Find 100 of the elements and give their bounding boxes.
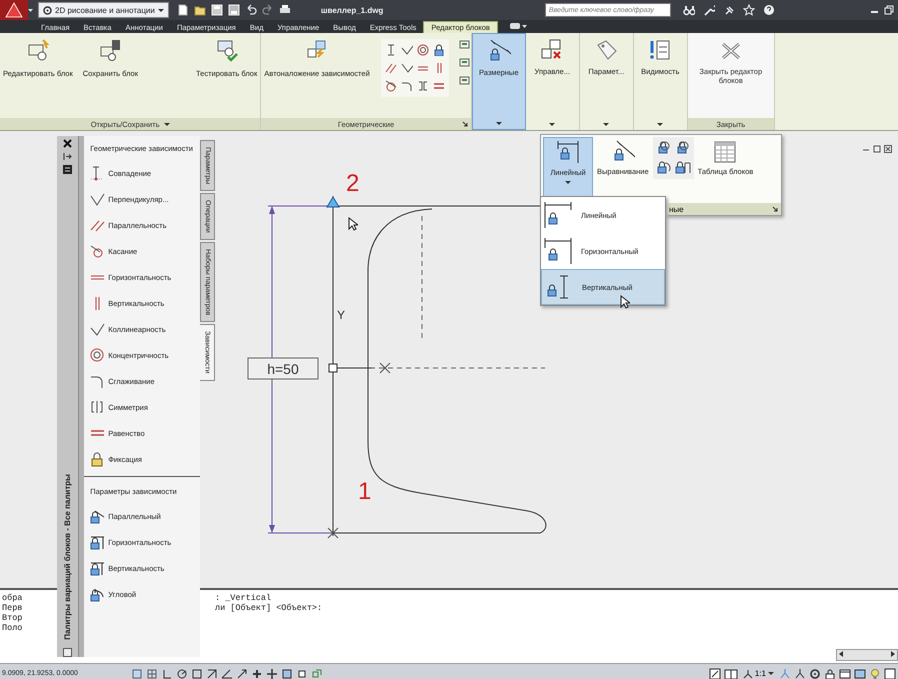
cross-marker xyxy=(380,362,390,374)
selection-icon[interactable] xyxy=(296,668,308,679)
lock-circle-icon[interactable] xyxy=(656,140,672,154)
symmetric-icon xyxy=(90,400,106,414)
book-icon[interactable] xyxy=(724,668,738,679)
object-snap-icon[interactable] xyxy=(191,668,203,679)
caret-icon xyxy=(496,121,502,126)
save-icon[interactable] xyxy=(210,4,223,16)
tracking-icon[interactable] xyxy=(206,668,218,679)
point-label: 1 xyxy=(358,478,372,505)
padlock-icon[interactable] xyxy=(824,668,836,679)
scroll-left-icon[interactable] xyxy=(837,650,845,658)
grid-icon[interactable] xyxy=(146,668,158,679)
lock-angle-icon[interactable] xyxy=(656,160,672,174)
palette-title: Палитры вариаций блоков - Все палитры xyxy=(63,474,72,640)
close-icon[interactable] xyxy=(63,139,72,148)
command-text: ли [Объект] <Объект>: xyxy=(215,603,324,613)
dimension-label[interactable]: h=50 xyxy=(248,358,318,380)
caret-icon xyxy=(603,122,610,127)
symmetric-icon[interactable] xyxy=(416,80,429,92)
print-icon[interactable] xyxy=(278,4,291,16)
close-icon[interactable] xyxy=(884,145,892,153)
padlock-icon xyxy=(90,452,106,466)
redo-icon[interactable] xyxy=(262,4,274,16)
command-text: Поло xyxy=(1,623,24,633)
tangent-icon[interactable] xyxy=(384,80,397,92)
dialog-launcher-icon[interactable] xyxy=(772,206,778,212)
panel-title: ные xyxy=(669,204,684,214)
caret-icon[interactable] xyxy=(164,122,170,126)
binoculars-icon[interactable] xyxy=(682,4,695,16)
smooth-icon[interactable] xyxy=(400,80,413,92)
lock-circle-icon[interactable] xyxy=(674,140,691,154)
concentric-icon[interactable] xyxy=(416,44,429,56)
padlock-icon[interactable] xyxy=(432,44,445,56)
perpendicular-icon[interactable] xyxy=(400,62,413,74)
pin-icon[interactable] xyxy=(63,152,72,161)
caret-icon xyxy=(768,671,774,676)
hardware-icon[interactable] xyxy=(854,668,866,679)
caret-icon xyxy=(565,180,571,185)
auto-scale-icon[interactable] xyxy=(794,668,806,679)
caret-icon xyxy=(657,122,664,127)
transparency-icon[interactable] xyxy=(281,668,293,679)
star-icon[interactable] xyxy=(742,4,755,16)
close-icon xyxy=(720,41,742,61)
concentric-icon xyxy=(90,348,106,362)
smooth-icon xyxy=(90,374,106,388)
annotation-icon xyxy=(742,668,753,678)
collinear-icon xyxy=(90,322,106,336)
dialog-launcher-icon[interactable] xyxy=(462,121,468,127)
cursor-icon xyxy=(348,217,358,231)
toggle-icon[interactable] xyxy=(510,22,528,31)
command-text: Перв xyxy=(1,603,24,613)
constraint-bar-icon[interactable] xyxy=(458,75,471,87)
open-folder-icon[interactable] xyxy=(194,4,206,16)
grip-marker[interactable] xyxy=(328,364,372,372)
parallel-icon[interactable] xyxy=(384,62,397,74)
restore-icon[interactable] xyxy=(873,145,881,153)
undo-icon[interactable] xyxy=(244,4,257,16)
block-save-icon xyxy=(98,39,122,63)
command-text: обра xyxy=(1,593,24,603)
clean-screen-icon[interactable] xyxy=(884,668,896,679)
tangent-icon xyxy=(90,244,106,258)
lock-dimension-icon[interactable] xyxy=(674,160,691,174)
lock-aligned-icon xyxy=(90,508,106,524)
horizontal-dimension-icon xyxy=(543,238,573,264)
model-space-icon[interactable] xyxy=(708,668,721,679)
gear-icon[interactable] xyxy=(809,668,821,679)
restore-icon[interactable] xyxy=(884,5,894,15)
command-text: : _Vertical xyxy=(215,593,272,603)
caret-icon xyxy=(158,8,164,12)
new-file-icon[interactable] xyxy=(176,4,189,16)
polar-icon[interactable] xyxy=(176,668,188,679)
window-icon[interactable] xyxy=(839,668,851,679)
app-logo-icon[interactable] xyxy=(0,0,34,20)
workspace-dropdown[interactable]: 2D рисование и аннотации xyxy=(38,2,169,18)
help-icon[interactable] xyxy=(762,4,775,16)
grip-triangle[interactable] xyxy=(326,196,340,208)
lineweight-icon[interactable] xyxy=(251,668,263,679)
constraint-bar-icon[interactable] xyxy=(458,39,471,51)
scroll-right-icon[interactable] xyxy=(889,650,897,658)
cross-marker xyxy=(328,528,338,538)
scrollbar[interactable] xyxy=(836,649,898,661)
constraint-bar-icon[interactable] xyxy=(458,57,471,69)
document-title: швеллер_1.dwg xyxy=(320,6,384,14)
snap-icon[interactable] xyxy=(131,668,143,679)
crosshair-icon[interactable] xyxy=(266,668,278,679)
save-as-icon[interactable] xyxy=(228,4,240,16)
menu-icon[interactable] xyxy=(63,648,72,657)
linear-dimension-icon xyxy=(556,141,580,165)
properties-icon[interactable] xyxy=(63,165,72,174)
block-edit-icon xyxy=(26,39,50,63)
lock-vertical-icon xyxy=(90,560,106,576)
angle-icon[interactable] xyxy=(221,668,233,679)
ortho-icon[interactable] xyxy=(161,668,173,679)
collinear-icon[interactable] xyxy=(400,44,413,56)
table-icon xyxy=(713,140,738,164)
linear-dimension-icon xyxy=(543,202,573,228)
dynamic-input-icon[interactable] xyxy=(236,668,248,679)
command-text: Втор xyxy=(1,613,24,623)
annotation-scale-button[interactable]: 1:1 xyxy=(740,668,776,678)
